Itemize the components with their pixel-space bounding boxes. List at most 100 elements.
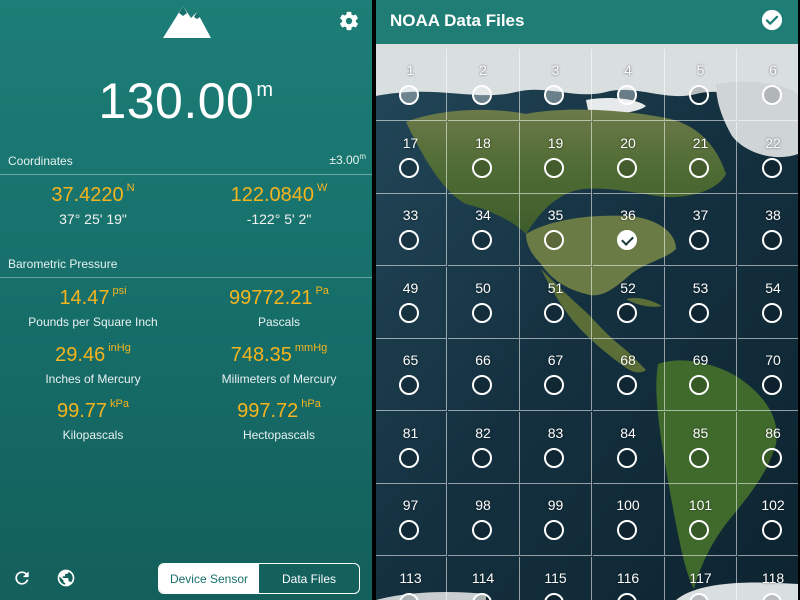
tile-68[interactable]: 68 xyxy=(592,339,665,411)
tile-radio[interactable] xyxy=(761,375,782,395)
tile-radio[interactable] xyxy=(616,302,637,323)
tile-radio[interactable] xyxy=(399,375,419,395)
tile-radio[interactable] xyxy=(616,592,637,600)
tile-18[interactable]: 18 xyxy=(447,121,520,194)
tile-81[interactable]: 81 xyxy=(376,411,447,484)
tile-radio[interactable] xyxy=(544,592,564,600)
tile-50[interactable]: 50 xyxy=(447,266,520,339)
tile-radio[interactable] xyxy=(399,230,419,250)
tile-radio[interactable] xyxy=(399,302,419,323)
tile-85[interactable]: 85 xyxy=(665,411,737,484)
tile-65[interactable]: 65 xyxy=(376,339,447,411)
tile-4[interactable]: 4 xyxy=(592,49,665,121)
tile-102[interactable]: 102 xyxy=(737,484,798,556)
tile-radio[interactable] xyxy=(689,520,709,540)
tile-radio[interactable] xyxy=(761,592,782,600)
globe-icon[interactable] xyxy=(56,568,76,588)
tile-52[interactable]: 52 xyxy=(592,266,665,339)
tile-101[interactable]: 101 xyxy=(665,484,737,556)
gear-icon[interactable] xyxy=(338,10,360,32)
tile-6[interactable]: 6 xyxy=(737,49,798,121)
tile-1[interactable]: 1 xyxy=(376,49,447,121)
tile-69[interactable]: 69 xyxy=(665,339,737,411)
refresh-icon[interactable] xyxy=(12,568,32,588)
tile-116[interactable]: 116 xyxy=(593,556,665,600)
tab-device-sensor[interactable]: Device Sensor xyxy=(159,564,259,593)
tile-114[interactable]: 114 xyxy=(448,556,520,600)
tile-radio[interactable] xyxy=(399,85,419,105)
tile-51[interactable]: 51 xyxy=(520,266,592,339)
tile-115[interactable]: 115 xyxy=(520,556,592,600)
tile-radio[interactable] xyxy=(616,85,637,105)
tile-83[interactable]: 83 xyxy=(520,411,592,484)
tile-67[interactable]: 67 xyxy=(520,339,592,411)
tile-53[interactable]: 53 xyxy=(665,266,737,339)
tile-radio[interactable] xyxy=(761,85,782,105)
tile-86[interactable]: 86 xyxy=(737,412,798,484)
tile-radio[interactable] xyxy=(399,592,419,600)
tile-38[interactable]: 38 xyxy=(737,194,798,266)
tile-radio[interactable] xyxy=(471,302,492,323)
tile-radio[interactable] xyxy=(689,375,709,395)
tile-19[interactable]: 19 xyxy=(520,121,592,194)
tile-radio[interactable] xyxy=(761,302,782,323)
tile-34[interactable]: 34 xyxy=(447,194,520,266)
tile-21[interactable]: 21 xyxy=(665,121,737,194)
tile-radio[interactable] xyxy=(471,447,492,468)
tile-2[interactable]: 2 xyxy=(447,49,520,121)
tile-20[interactable]: 20 xyxy=(592,121,665,194)
tile-radio[interactable] xyxy=(544,230,564,250)
tile-radio[interactable] xyxy=(544,447,564,468)
tile-radio[interactable] xyxy=(689,447,709,468)
tile-3[interactable]: 3 xyxy=(520,49,592,121)
check-circle-icon[interactable] xyxy=(761,9,783,31)
tile-radio[interactable] xyxy=(544,157,564,178)
tile-radio[interactable] xyxy=(399,157,419,178)
tile-checked-radio[interactable] xyxy=(616,230,637,250)
tile-35[interactable]: 35 xyxy=(520,194,592,266)
tile-radio[interactable] xyxy=(544,520,564,540)
tile-radio[interactable] xyxy=(471,157,492,178)
tile-radio[interactable] xyxy=(616,447,637,468)
tile-99[interactable]: 99 xyxy=(520,484,592,556)
tile-radio[interactable] xyxy=(689,592,709,600)
tile-82[interactable]: 82 xyxy=(447,411,520,484)
tile-5[interactable]: 5 xyxy=(665,49,737,121)
tile-36[interactable]: 36 xyxy=(592,194,665,266)
tile-66[interactable]: 66 xyxy=(447,339,520,411)
tile-radio[interactable] xyxy=(689,230,709,250)
tile-radio[interactable] xyxy=(761,157,782,178)
tile-radio[interactable] xyxy=(544,85,564,105)
tile-radio[interactable] xyxy=(761,520,782,540)
tile-54[interactable]: 54 xyxy=(737,267,798,339)
tile-radio[interactable] xyxy=(616,375,637,395)
tile-radio[interactable] xyxy=(689,157,709,178)
tile-70[interactable]: 70 xyxy=(737,339,798,411)
tile-33[interactable]: 33 xyxy=(376,194,447,266)
tile-84[interactable]: 84 xyxy=(592,411,665,484)
tile-radio[interactable] xyxy=(761,230,782,250)
tile-97[interactable]: 97 xyxy=(376,484,447,556)
tile-radio[interactable] xyxy=(471,520,492,540)
tile-radio[interactable] xyxy=(399,520,419,540)
tile-radio[interactable] xyxy=(471,230,492,250)
tile-radio[interactable] xyxy=(471,85,492,105)
tile-radio[interactable] xyxy=(471,592,492,600)
tile-113[interactable]: 113 xyxy=(376,556,447,600)
tile-radio[interactable] xyxy=(399,447,419,468)
tile-radio[interactable] xyxy=(616,157,637,178)
tab-data-files[interactable]: Data Files xyxy=(259,564,359,593)
tile-98[interactable]: 98 xyxy=(447,484,520,556)
tile-radio[interactable] xyxy=(761,447,782,468)
tile-radio[interactable] xyxy=(689,85,709,105)
tile-radio[interactable] xyxy=(689,302,709,323)
tile-radio[interactable] xyxy=(544,375,564,395)
tile-radio[interactable] xyxy=(471,375,492,395)
tile-22[interactable]: 22 xyxy=(737,122,798,194)
tile-radio[interactable] xyxy=(616,520,637,540)
tile-118[interactable]: 118 xyxy=(738,557,799,600)
tile-49[interactable]: 49 xyxy=(376,266,447,339)
tile-radio[interactable] xyxy=(544,302,564,323)
tile-17[interactable]: 17 xyxy=(376,121,447,194)
tile-117[interactable]: 117 xyxy=(665,556,737,600)
